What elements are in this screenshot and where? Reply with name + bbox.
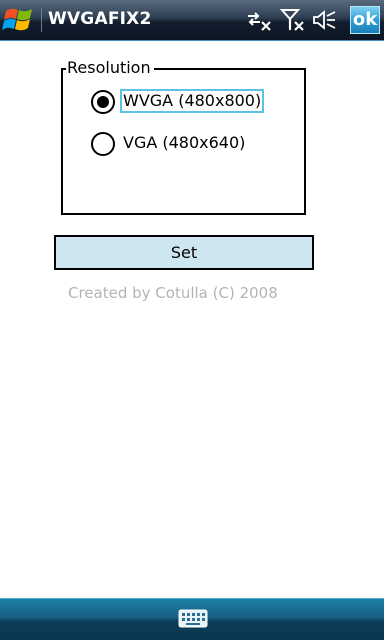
screen: WVGAFIX2 ok Resolution WVGA (480x800) VG… bbox=[0, 0, 384, 640]
signal-off-icon[interactable] bbox=[279, 8, 306, 32]
title-separator bbox=[41, 8, 42, 32]
radio-dot bbox=[97, 96, 109, 108]
app-title: WVGAFIX2 bbox=[48, 9, 152, 29]
keyboard-icon[interactable] bbox=[178, 608, 208, 630]
radio-wvga-label[interactable]: WVGA (480x800) bbox=[119, 89, 265, 113]
ok-button[interactable]: ok bbox=[350, 6, 380, 34]
speaker-muted-icon[interactable] bbox=[312, 8, 338, 32]
bottom-bar bbox=[0, 598, 384, 640]
connectivity-off-icon[interactable] bbox=[246, 8, 272, 32]
radio-button-unselected[interactable] bbox=[91, 132, 115, 156]
start-button[interactable] bbox=[2, 3, 38, 37]
credits-text: Created by Cotulla (C) 2008 bbox=[68, 284, 278, 302]
set-button[interactable]: Set bbox=[54, 235, 314, 270]
title-bar: WVGAFIX2 ok bbox=[0, 0, 384, 41]
resolution-group-label: Resolution bbox=[66, 58, 154, 78]
windows-flag-icon bbox=[2, 8, 32, 31]
radio-button-selected[interactable] bbox=[91, 90, 115, 114]
radio-vga-label[interactable]: VGA (480x640) bbox=[121, 132, 247, 154]
